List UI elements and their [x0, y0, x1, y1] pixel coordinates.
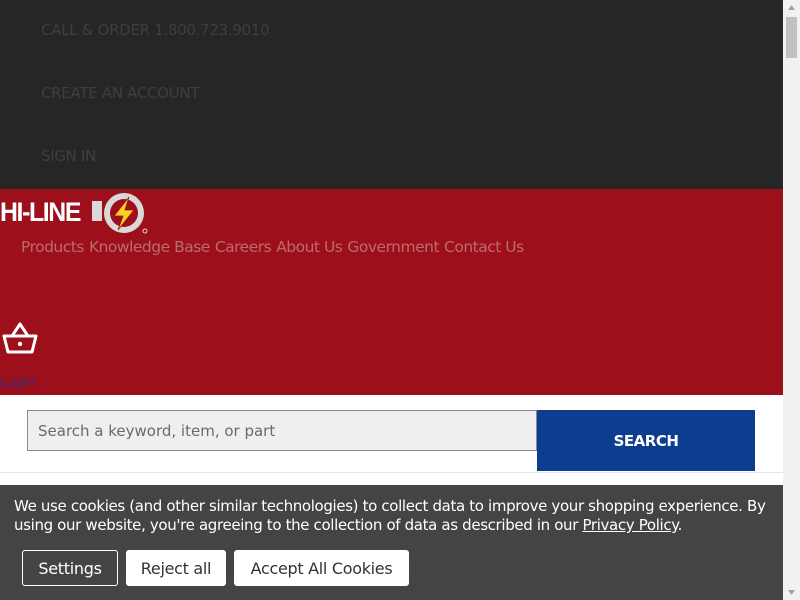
- vertical-scrollbar[interactable]: [783, 0, 800, 600]
- cookie-banner: We use cookies (and other similar techno…: [0, 485, 783, 600]
- call-order-link[interactable]: CALL & ORDER 1.800.723.9010: [41, 21, 270, 39]
- utility-bar: CALL & ORDER 1.800.723.9010 CREATE AN AC…: [0, 0, 783, 189]
- nav-about-us[interactable]: About Us: [276, 238, 343, 256]
- nav-government[interactable]: Government: [347, 238, 439, 256]
- nav-careers[interactable]: Careers: [215, 238, 272, 256]
- sign-in-link[interactable]: SIGN IN: [41, 147, 96, 165]
- nav-knowledge-base[interactable]: Knowledge Base: [89, 238, 210, 256]
- search-area: SEARCH: [0, 395, 783, 473]
- hi-line-logo[interactable]: HI-LINE: [0, 189, 152, 239]
- create-account-link[interactable]: CREATE AN ACCOUNT: [41, 84, 199, 102]
- cart-label: CART: [0, 375, 36, 391]
- search-button[interactable]: SEARCH: [537, 410, 755, 471]
- scroll-up-arrow-icon[interactable]: [783, 0, 800, 17]
- search-input[interactable]: [27, 410, 537, 451]
- cookie-message-end: .: [677, 516, 683, 534]
- nav-products[interactable]: Products: [21, 238, 84, 256]
- privacy-policy-link[interactable]: Privacy Policy: [582, 516, 678, 534]
- accept-all-cookies-button[interactable]: Accept All Cookies: [234, 550, 409, 586]
- reject-all-button[interactable]: Reject all: [126, 550, 226, 586]
- lightning-bolt-icon: [92, 193, 148, 234]
- site-header: HI-LINE Products Knowledge Base Careers …: [0, 189, 783, 395]
- scrollbar-thumb[interactable]: [786, 17, 797, 58]
- logo-text: HI-LINE: [0, 197, 81, 227]
- cookie-settings-button[interactable]: Settings: [22, 550, 118, 586]
- page: CALL & ORDER 1.800.723.9010 CREATE AN AC…: [0, 0, 800, 600]
- cookie-message: We use cookies (and other similar techno…: [14, 497, 774, 535]
- scroll-down-arrow-icon[interactable]: [783, 583, 800, 600]
- main-nav: Products Knowledge Base Careers About Us…: [21, 238, 524, 256]
- cart-button[interactable]: CART: [0, 321, 44, 391]
- basket-icon: [2, 322, 38, 354]
- nav-contact-us[interactable]: Contact Us: [444, 238, 524, 256]
